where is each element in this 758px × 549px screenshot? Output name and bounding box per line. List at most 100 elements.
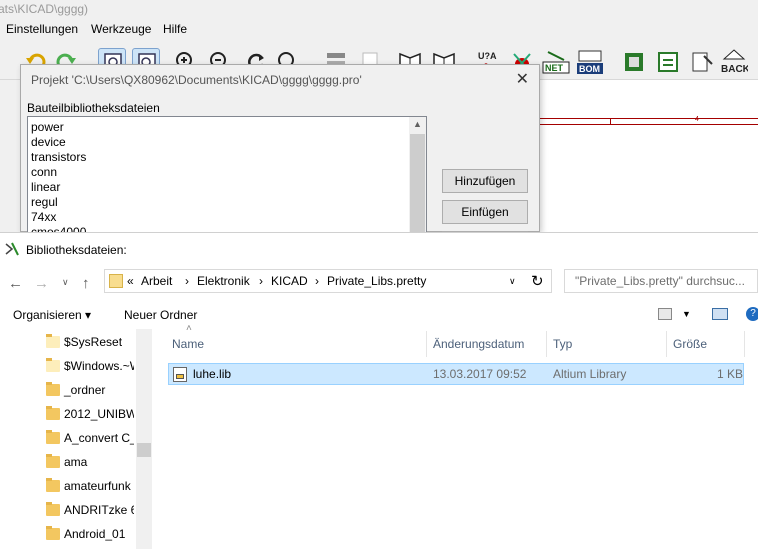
chevron-down-icon[interactable]: ▼	[682, 309, 691, 319]
column-divider[interactable]	[666, 331, 667, 357]
nav-item-label: $Windows.~WS	[64, 359, 134, 373]
nav-item[interactable]: ANDRITzke 60	[46, 499, 134, 523]
nav-item[interactable]: A_convert C_	[46, 427, 134, 451]
project-dialog: Projekt 'C:\Users\QX80962\Documents\KICA…	[20, 64, 540, 239]
import-icon[interactable]	[688, 48, 716, 76]
back-arrow-icon[interactable]: ←	[8, 275, 23, 292]
breadcrumb-kicad[interactable]: KICAD	[271, 274, 308, 288]
column-divider[interactable]	[426, 331, 427, 357]
pin-label: 4	[695, 116, 699, 123]
folder-icon	[46, 358, 60, 372]
nav-item[interactable]: amateurfunk	[46, 475, 134, 499]
nav-item-label: 2012_UNIBW	[64, 407, 134, 421]
scrollbar-thumb[interactable]	[137, 443, 151, 457]
breadcrumb-private-libs[interactable]: Private_Libs.pretty	[327, 274, 426, 288]
list-item[interactable]: linear	[31, 180, 60, 194]
app-icon	[5, 242, 19, 256]
nav-item[interactable]: _ordner	[46, 379, 134, 403]
list-item[interactable]: device	[31, 135, 66, 149]
nav-item[interactable]: Android_01	[46, 523, 134, 547]
close-icon[interactable]: ✕	[516, 69, 529, 89]
folder-icon	[46, 454, 60, 468]
nav-item[interactable]: $Windows.~WS	[46, 355, 134, 379]
address-bar[interactable]: « Arbeit › Elektronik › KICAD › Private_…	[104, 269, 552, 293]
chevron-down-icon[interactable]: ∨	[62, 277, 69, 288]
window-title: ats\KICAD\gggg)	[0, 2, 89, 16]
wire	[540, 124, 758, 125]
nav-item[interactable]: $SysReset	[46, 331, 134, 355]
nav-item-label: Android_01	[64, 527, 126, 541]
folder-icon	[46, 526, 60, 540]
navigation-pane: $SysReset $Windows.~WS _ordner 2012_UNIBW A_…	[0, 329, 152, 549]
dialog-title: Bibliotheksdateien:	[26, 243, 127, 257]
wire	[540, 118, 758, 119]
list-scrollbar[interactable]: ▲	[409, 117, 426, 233]
search-placeholder: "Private_Libs.pretty" durchsuc...	[575, 274, 745, 288]
list-item[interactable]: transistors	[31, 150, 86, 164]
pcbnew-icon[interactable]	[654, 48, 682, 76]
breadcrumb-sep: ›	[185, 274, 189, 288]
svg-text:NET: NET	[545, 63, 564, 73]
library-list[interactable]: power device transistors conn linear reg…	[27, 116, 427, 234]
nav-item[interactable]: ama	[46, 451, 134, 475]
file-size: 1 KB	[717, 367, 744, 381]
nav-item-label: amateurfunk	[64, 479, 131, 493]
help-icon[interactable]: ?	[746, 307, 758, 321]
scrollbar-thumb[interactable]	[410, 134, 425, 233]
schematic-canvas[interactable]: 4	[540, 80, 758, 232]
add-library-button[interactable]: Hinzufügen	[442, 169, 528, 193]
column-header-type[interactable]: Typ	[553, 337, 572, 351]
command-bar: Organisieren ▾ Neuer Ordner ▼ ?	[0, 303, 758, 327]
file-dialog: Bibliotheksdateien: ← → ∨ ↑ « Arbeit › E…	[0, 232, 758, 549]
svg-text:BACK: BACK	[721, 64, 748, 75]
svg-text:BOM: BOM	[579, 64, 600, 74]
list-item[interactable]: regul	[31, 195, 58, 209]
back-icon[interactable]: BACK	[720, 48, 751, 76]
folder-icon	[46, 406, 60, 420]
up-arrow-icon[interactable]: ↑	[82, 275, 90, 292]
organize-button[interactable]: Organisieren ▾	[13, 308, 91, 322]
menu-einstellungen[interactable]: Einstellungen	[6, 22, 78, 36]
breadcrumb-sep: ›	[259, 274, 263, 288]
folder-icon	[46, 382, 60, 396]
folder-icon	[46, 478, 60, 492]
breadcrumb-elektronik[interactable]: Elektronik	[197, 274, 250, 288]
search-input[interactable]: "Private_Libs.pretty" durchsuc...	[564, 269, 758, 293]
file-date: 13.03.2017 09:52	[433, 367, 527, 381]
nav-item-label: $SysReset	[64, 335, 123, 349]
library-list-label: Bauteilbibliotheksdateien	[27, 101, 160, 115]
column-header-date[interactable]: Änderungsdatum	[433, 337, 524, 351]
refresh-icon[interactable]: ↻	[531, 272, 544, 290]
netlist-icon[interactable]: NET	[542, 48, 570, 76]
breadcrumb-arbeit[interactable]: Arbeit	[141, 274, 172, 288]
breadcrumb-overflow[interactable]: «	[127, 274, 134, 288]
preview-pane-icon[interactable]	[712, 308, 728, 320]
new-folder-button[interactable]: Neuer Ordner	[124, 308, 197, 322]
nav-scrollbar[interactable]	[136, 329, 152, 549]
column-header-size[interactable]: Größe	[673, 337, 707, 351]
file-row[interactable]: luhe.lib 13.03.2017 09:52 Altium Library…	[168, 363, 744, 385]
column-header-name[interactable]: Name	[172, 337, 204, 351]
nav-item-label: ama	[64, 455, 88, 469]
menu-werkzeuge[interactable]: Werkzeuge	[91, 22, 151, 36]
cvpcb-icon[interactable]	[620, 48, 648, 76]
menu-hilfe[interactable]: Hilfe	[163, 22, 187, 36]
file-name: luhe.lib	[193, 367, 232, 381]
list-item[interactable]: conn	[31, 165, 57, 179]
insert-library-button[interactable]: Einfügen	[442, 200, 528, 224]
nav-item[interactable]: 2012_UNIBW	[46, 403, 134, 427]
breadcrumb-sep: ›	[315, 274, 319, 288]
dialog-title: Projekt 'C:\Users\QX80962\Documents\KICA…	[31, 73, 362, 87]
sort-arrow-icon: ˄	[186, 323, 192, 334]
bom-icon[interactable]: BOM	[576, 48, 604, 76]
forward-arrow-icon[interactable]: →	[34, 275, 49, 292]
folder-icon	[46, 430, 60, 444]
column-divider[interactable]	[546, 331, 547, 357]
list-item[interactable]: 74xx	[31, 210, 56, 224]
scroll-up-icon[interactable]: ▲	[409, 119, 426, 129]
nav-item-label: A_convert C_	[64, 431, 134, 445]
list-item[interactable]: power	[31, 120, 64, 134]
column-divider[interactable]	[744, 331, 745, 357]
chevron-down-icon[interactable]: ∨	[509, 276, 516, 287]
view-options-icon[interactable]	[658, 308, 672, 320]
